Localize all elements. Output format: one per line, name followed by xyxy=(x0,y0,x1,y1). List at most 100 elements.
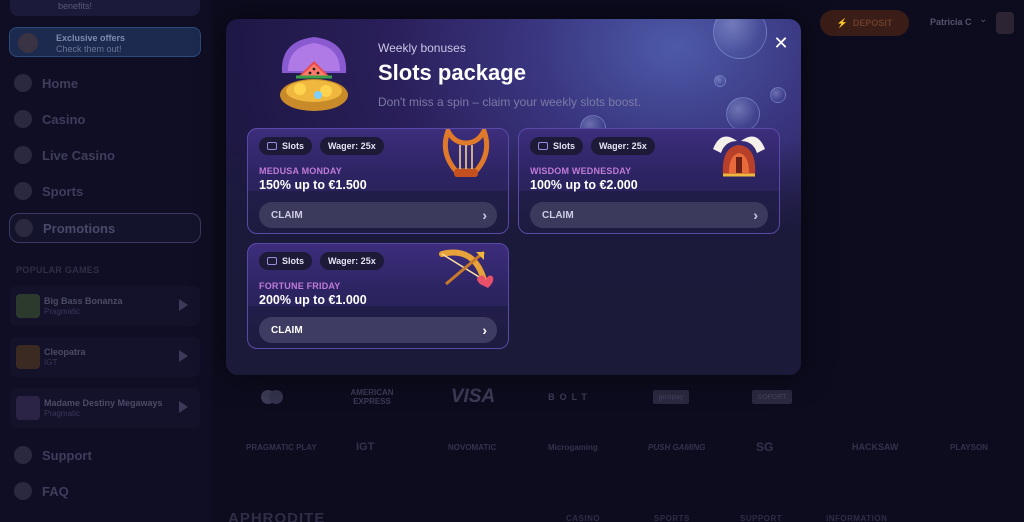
game-name: Cleopatra xyxy=(44,347,86,357)
chevron-down-icon[interactable]: ⌄ xyxy=(979,14,987,25)
slots-icon xyxy=(267,142,277,150)
modal-title: Slots package xyxy=(378,60,526,85)
bubble-decoration xyxy=(726,97,760,131)
slots-tag-label: Slots xyxy=(282,141,305,151)
wager-tag: Wager: 25x xyxy=(320,137,384,155)
sidebar-item-home[interactable]: Home xyxy=(14,72,200,94)
claim-label: CLAIM xyxy=(271,209,303,221)
game-provider: Pragmatic xyxy=(44,409,81,418)
chevron-right-icon: › xyxy=(482,207,487,223)
footer-logo: APHRODITE xyxy=(228,510,326,522)
footer-link[interactable]: SPORTS xyxy=(654,514,690,522)
game-thumbnail xyxy=(16,345,40,369)
popular-games-heading: POPULAR GAMES xyxy=(16,265,100,275)
game-item[interactable]: Madame Destiny Megaways Pragmatic xyxy=(10,388,200,428)
user-name[interactable]: Patricia C xyxy=(930,17,972,27)
lyre-icon xyxy=(442,129,490,177)
sidebar-item-faq[interactable]: FAQ xyxy=(14,480,200,502)
exclusive-offers-title: Exclusive offers xyxy=(56,33,126,43)
sofort-logo: SOFORT xyxy=(752,390,792,404)
play-icon[interactable] xyxy=(179,401,188,413)
slots-icon xyxy=(267,257,277,265)
sidebar-item-label: Support xyxy=(42,447,92,463)
wager-tag: Wager: 25x xyxy=(320,252,384,270)
sports-icon xyxy=(14,182,32,200)
slots-package-modal: ✕ Weekly bonuses Slots package Don't mis… xyxy=(226,19,801,375)
payment-methods: AMERICAN EXPRESS VISA BOLT giropay SOFOR… xyxy=(248,386,808,408)
sidebar-item-promotions[interactable]: Promotions xyxy=(9,213,201,243)
slots-tag-label: Slots xyxy=(553,141,576,151)
deposit-button[interactable]: ⚡ DEPOSIT xyxy=(820,10,909,36)
giropay-logo: giropay xyxy=(653,390,689,404)
sidebar-item-label: Sports xyxy=(42,183,84,199)
slots-tag: Slots xyxy=(259,137,313,155)
claim-button[interactable]: CLAIM › xyxy=(530,202,768,228)
provider-logo: IGT xyxy=(356,441,375,453)
claim-button[interactable]: CLAIM › xyxy=(259,202,497,228)
sidebar-item-label: Promotions xyxy=(43,220,116,236)
sidebar-item-casino[interactable]: Casino xyxy=(14,108,200,130)
card-tags: Slots Wager: 25x xyxy=(259,252,384,270)
avatar[interactable] xyxy=(996,12,1014,34)
slots-tag-label: Slots xyxy=(282,256,305,266)
lightning-icon: ⚡ xyxy=(836,17,848,28)
bubble-decoration xyxy=(714,75,726,87)
exclusive-offers-subtitle: Check them out! xyxy=(56,44,122,54)
game-item[interactable]: Big Bass Bonanza Pragmatic xyxy=(10,286,200,326)
deposit-label: DEPOSIT xyxy=(852,18,893,28)
sidebar-item-label: Live Casino xyxy=(42,147,115,163)
gift-icon xyxy=(18,33,38,53)
bubble-decoration xyxy=(713,19,767,59)
live-casino-icon xyxy=(14,146,32,164)
bonus-name: MEDUSA MONDAY xyxy=(259,166,342,176)
chevron-right-icon: › xyxy=(482,322,487,338)
game-providers: PRAGMATIC PLAY IGT NOVOMATIC Microgaming… xyxy=(246,436,1006,458)
chevron-right-icon: › xyxy=(753,207,758,223)
game-item[interactable]: Cleopatra IGT xyxy=(10,337,200,377)
provider-logo: PRAGMATIC PLAY xyxy=(246,442,317,452)
bow-and-arrow-icon xyxy=(439,249,494,288)
slots-tag: Slots xyxy=(259,252,313,270)
game-thumbnail xyxy=(16,396,40,420)
sidebar-item-label: Home xyxy=(42,75,79,91)
promotions-icon xyxy=(15,219,33,237)
visa-logo: VISA xyxy=(450,386,496,407)
footer-link[interactable]: CASINO xyxy=(566,514,600,522)
sidebar-item-sports[interactable]: Sports xyxy=(14,180,200,202)
game-provider: Pragmatic xyxy=(44,307,81,316)
bonus-offer: 150% up to €1.500 xyxy=(259,178,367,192)
provider-logo: NOVOMATIC xyxy=(448,442,497,452)
provider-logo: SG xyxy=(756,440,774,454)
sidebar-item-support[interactable]: Support xyxy=(14,444,200,466)
bubble-decoration xyxy=(770,87,786,103)
bonus-name: WISDOM WEDNESDAY xyxy=(530,166,632,176)
casino-icon xyxy=(14,110,32,128)
claim-label: CLAIM xyxy=(271,324,303,336)
treasure-shell-icon xyxy=(280,37,348,111)
promo-banner-text: benefits! xyxy=(58,1,93,11)
sidebar-item-live-casino[interactable]: Live Casino xyxy=(14,144,200,166)
claim-button[interactable]: CLAIM › xyxy=(259,317,497,343)
bolt-logo: BOLT xyxy=(548,392,592,402)
sidebar-item-label: Casino xyxy=(42,111,86,127)
provider-logo: PLAYSON xyxy=(950,442,988,452)
close-icon[interactable]: ✕ xyxy=(772,34,790,52)
footer-link[interactable]: INFORMATION xyxy=(826,514,887,522)
footer-link[interactable]: SUPPORT xyxy=(740,514,782,522)
game-name: Big Bass Bonanza xyxy=(44,296,123,306)
bonus-name: FORTUNE FRIDAY xyxy=(259,281,341,291)
claim-label: CLAIM xyxy=(542,209,574,221)
faq-icon xyxy=(14,482,32,500)
amex-logo: AMERICAN EXPRESS xyxy=(350,388,394,406)
exclusive-offers-banner[interactable]: Exclusive offers Check them out! xyxy=(9,27,201,57)
card-tags: Slots Wager: 25x xyxy=(259,137,384,155)
provider-logo: PUSH GAMING xyxy=(648,442,706,452)
game-provider: IGT xyxy=(44,358,58,367)
game-thumbnail xyxy=(16,294,40,318)
sidebar: benefits! Exclusive offers Check them ou… xyxy=(0,0,212,522)
promo-banner[interactable]: benefits! xyxy=(10,0,200,16)
play-icon[interactable] xyxy=(179,350,188,362)
wager-tag: Wager: 25x xyxy=(591,137,655,155)
play-icon[interactable] xyxy=(179,299,188,311)
provider-logo: HACKSAW xyxy=(852,442,899,452)
